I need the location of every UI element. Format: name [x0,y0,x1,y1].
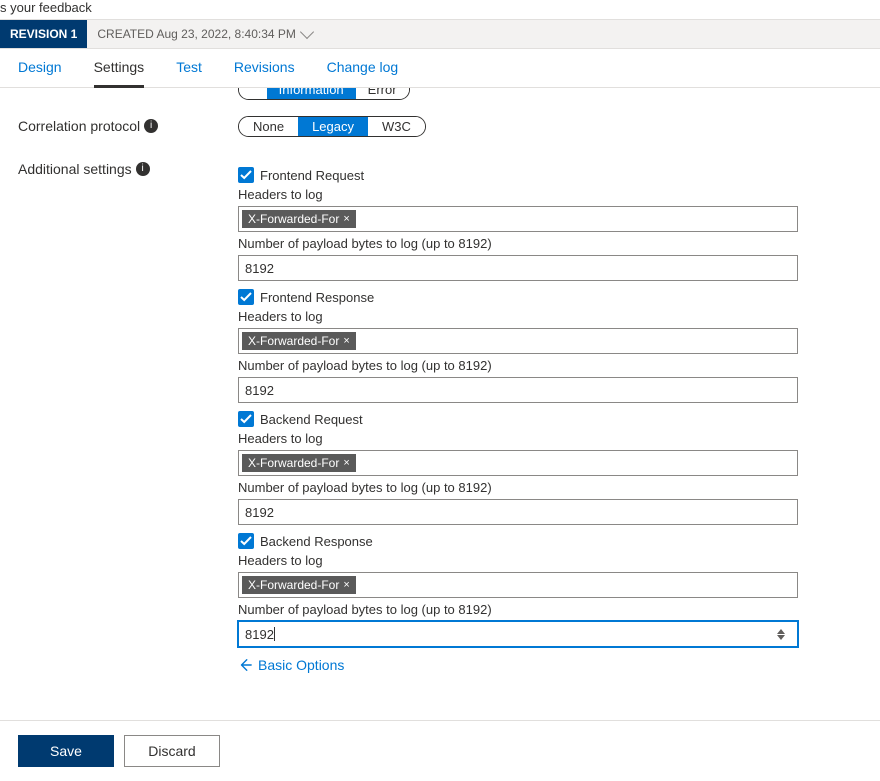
arrow-left-icon [238,658,252,672]
feedback-text: s your feedback [0,0,880,19]
section-checkbox[interactable] [238,289,254,305]
number-spinner [777,629,791,640]
revision-bar: REVISION 1 CREATED Aug 23, 2022, 8:40:34… [0,19,880,49]
info-icon[interactable]: i [144,119,158,133]
revision-badge[interactable]: REVISION 1 [0,20,87,48]
headers-label: Headers to log [238,553,798,568]
footer-actions: Save Discard [0,720,880,781]
bytes-input[interactable]: 8192 [238,255,798,281]
info-icon[interactable]: i [136,162,150,176]
headers-label: Headers to log [238,431,798,446]
headers-label: Headers to log [238,187,798,202]
bytes-label: Number of payload bytes to log (up to 81… [238,480,798,495]
correlation-legacy[interactable]: Legacy [298,117,368,136]
save-button[interactable]: Save [18,735,114,767]
tab-settings[interactable]: Settings [94,59,145,88]
section-title: Frontend Response [260,290,374,305]
remove-tag-icon[interactable]: × [343,579,349,591]
headers-input[interactable]: X-Forwarded-For × [238,328,798,354]
headers-input[interactable]: X-Forwarded-For × [238,572,798,598]
settings-content: Information Error Correlation protocol i… [0,88,880,720]
verbosity-segmented[interactable]: Information Error [238,88,410,100]
revision-meta[interactable]: CREATED Aug 23, 2022, 8:40:34 PM [87,20,322,48]
remove-tag-icon[interactable]: × [343,335,349,347]
bytes-label: Number of payload bytes to log (up to 81… [238,236,798,251]
row-correlation: Correlation protocol i None Legacy W3C [18,116,862,143]
basic-options-text: Basic Options [258,657,344,673]
spinner-down-icon[interactable] [777,635,785,640]
bytes-value: 8192 [245,505,274,520]
header-tag: X-Forwarded-For × [242,576,356,594]
correlation-none[interactable]: None [239,117,298,136]
section-title: Backend Response [260,534,373,549]
bytes-value: 8192 [245,261,274,276]
header-tag-text: X-Forwarded-For [248,212,339,226]
tab-revisions[interactable]: Revisions [234,59,295,87]
remove-tag-icon[interactable]: × [343,457,349,469]
bytes-label: Number of payload bytes to log (up to 81… [238,358,798,373]
section-checkbox[interactable] [238,533,254,549]
section-checkbox[interactable] [238,167,254,183]
log-section: Backend Response Headers to log X-Forwarde… [238,533,798,647]
log-section: Frontend Request Headers to log X-Forwarde… [238,167,798,281]
headers-label: Headers to log [238,309,798,324]
section-title: Frontend Request [260,168,364,183]
log-section: Frontend Response Headers to log X-Forward… [238,289,798,403]
bytes-value: 8192 [245,383,274,398]
header-tag-text: X-Forwarded-For [248,456,339,470]
headers-input[interactable]: X-Forwarded-For × [238,450,798,476]
bytes-input[interactable]: 8192 [238,499,798,525]
remove-tag-icon[interactable]: × [343,213,349,225]
header-tag-text: X-Forwarded-For [248,578,339,592]
header-tag: X-Forwarded-For × [242,454,356,472]
section-title: Backend Request [260,412,363,427]
correlation-segmented[interactable]: None Legacy W3C [238,116,426,137]
bytes-input[interactable]: 8192 [238,377,798,403]
header-tag: X-Forwarded-For × [242,210,356,228]
discard-button[interactable]: Discard [124,735,220,767]
bytes-input[interactable]: 8192 [238,621,798,647]
bytes-value: 8192 [245,627,274,642]
verbosity-information[interactable]: Information [267,88,356,99]
tab-changelog[interactable]: Change log [327,59,399,87]
correlation-w3c[interactable]: W3C [368,117,425,136]
spinner-up-icon[interactable] [777,629,785,634]
headers-input[interactable]: X-Forwarded-For × [238,206,798,232]
chevron-down-icon [300,25,314,39]
revision-meta-text: CREATED Aug 23, 2022, 8:40:34 PM [97,27,296,41]
verbosity-error[interactable]: Error [356,88,409,99]
tab-bar: Design Settings Test Revisions Change lo… [0,49,880,88]
text-caret [274,627,275,641]
row-additional-settings: Additional settings i Frontend Request He… [18,159,862,675]
header-tag-text: X-Forwarded-For [248,334,339,348]
additional-settings-label: Additional settings [18,161,132,177]
tab-test[interactable]: Test [176,59,202,87]
verbosity-left[interactable] [239,88,267,99]
bytes-label: Number of payload bytes to log (up to 81… [238,602,798,617]
log-section: Backend Request Headers to log X-Forwarded… [238,411,798,525]
tab-design[interactable]: Design [18,59,62,87]
correlation-label: Correlation protocol [18,118,140,134]
header-tag: X-Forwarded-For × [242,332,356,350]
section-checkbox[interactable] [238,411,254,427]
basic-options-link[interactable]: Basic Options [238,657,344,673]
